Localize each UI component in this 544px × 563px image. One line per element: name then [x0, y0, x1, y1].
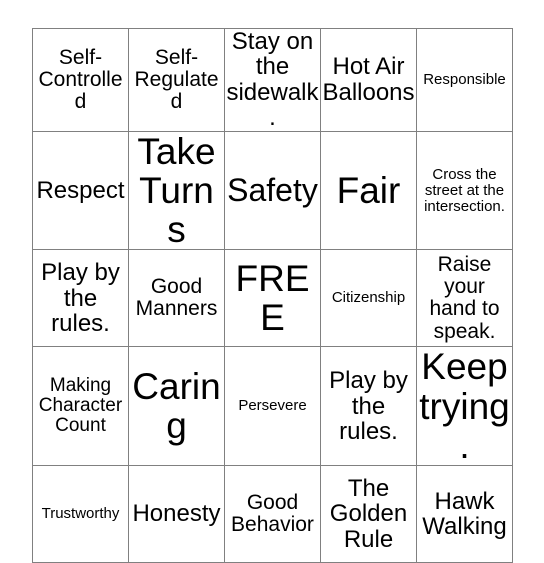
- bingo-row: Respect Take Turns Safety Fair Cross the…: [32, 130, 513, 251]
- bingo-cell-r1c1[interactable]: Self-Controlled: [32, 28, 129, 132]
- bingo-cell-r1c2[interactable]: Self-Regulated: [128, 28, 225, 132]
- bingo-cell-label: Citizenship: [331, 289, 406, 307]
- bingo-cell-r5c3[interactable]: Good Behavior: [224, 465, 321, 563]
- bingo-cell-label: Play by the rules.: [329, 367, 408, 445]
- bingo-cell-label: Good Behavior: [231, 490, 314, 537]
- bingo-card: Self-Controlled Self-Regulated Stay on t…: [32, 28, 513, 563]
- bingo-cell-label: Fair: [336, 169, 401, 211]
- bingo-cell-label: Cross the street at the intersection.: [424, 165, 505, 215]
- bingo-free-label: FREE: [235, 258, 310, 339]
- bingo-cell-r5c2[interactable]: Honesty: [128, 465, 225, 563]
- bingo-cell-label: Hot Air Balloons: [322, 53, 415, 106]
- bingo-cell-r3c2[interactable]: Good Manners: [128, 249, 225, 348]
- bingo-cell-r4c4[interactable]: Play by the rules.: [320, 346, 417, 467]
- bingo-cell-r1c5[interactable]: Responsible: [416, 28, 513, 132]
- bingo-row: Play by the rules. Good Manners FREE Cit…: [32, 249, 513, 348]
- bingo-cell-label: Persevere: [238, 397, 307, 415]
- bingo-cell-r1c3[interactable]: Stay on the sidewalk.: [224, 28, 321, 132]
- bingo-cell-label: Raise your hand to speak.: [429, 252, 500, 343]
- bingo-cell-label: Making Character Count: [38, 375, 123, 437]
- bingo-cell-r2c1[interactable]: Respect: [32, 130, 129, 251]
- bingo-cell-label: Keep trying.: [419, 346, 510, 466]
- bingo-cell-r2c3[interactable]: Safety: [224, 130, 321, 251]
- bingo-cell-label: Self-Regulated: [134, 45, 219, 113]
- bingo-cell-r3c5[interactable]: Raise your hand to speak.: [416, 249, 513, 348]
- bingo-cell-label: Safety: [227, 171, 318, 208]
- bingo-cell-r4c5[interactable]: Keep trying.: [416, 346, 513, 467]
- bingo-cell-r3c4[interactable]: Citizenship: [320, 249, 417, 348]
- bingo-cell-label: Respect: [36, 176, 125, 204]
- bingo-cell-label: Honesty: [132, 500, 221, 528]
- bingo-cell-r4c3[interactable]: Persevere: [224, 346, 321, 467]
- bingo-card-body: Self-Controlled Self-Regulated Stay on t…: [32, 28, 513, 563]
- bingo-cell-r2c5[interactable]: Cross the street at the intersection.: [416, 130, 513, 251]
- bingo-cell-r2c4[interactable]: Fair: [320, 130, 417, 251]
- bingo-cell-r3c1[interactable]: Play by the rules.: [32, 249, 129, 348]
- bingo-cell-r5c1[interactable]: Trustworthy: [32, 465, 129, 563]
- bingo-cell-label: Hawk Walking: [422, 487, 507, 541]
- bingo-cell-label: Good Manners: [135, 275, 218, 321]
- bingo-cell-label: Responsible: [423, 70, 506, 88]
- bingo-cell-r5c5[interactable]: Hawk Walking: [416, 465, 513, 563]
- bingo-cell-r4c1[interactable]: Making Character Count: [32, 346, 129, 467]
- bingo-cell-label: Trustworthy: [41, 505, 120, 523]
- bingo-cell-r2c2[interactable]: Take Turns: [128, 130, 225, 251]
- bingo-cell-label: Stay on the sidewalk.: [226, 28, 319, 132]
- bingo-row: Trustworthy Honesty Good Behavior The Go…: [32, 465, 513, 563]
- bingo-cell-label: Self-Controlled: [38, 45, 123, 113]
- bingo-cell-r5c4[interactable]: The Golden Rule: [320, 465, 417, 563]
- bingo-row: Making Character Count Caring Persevere …: [32, 346, 513, 467]
- bingo-cell-label: Caring: [132, 366, 221, 447]
- bingo-row: Self-Controlled Self-Regulated Stay on t…: [32, 28, 513, 132]
- bingo-cell-label: Take Turns: [137, 131, 216, 250]
- bingo-cell-label: Play by the rules.: [41, 259, 120, 338]
- bingo-cell-r4c2[interactable]: Caring: [128, 346, 225, 467]
- bingo-cell-label: The Golden Rule: [329, 474, 408, 553]
- bingo-cell-free-space[interactable]: FREE: [224, 249, 321, 348]
- bingo-cell-r1c4[interactable]: Hot Air Balloons: [320, 28, 417, 132]
